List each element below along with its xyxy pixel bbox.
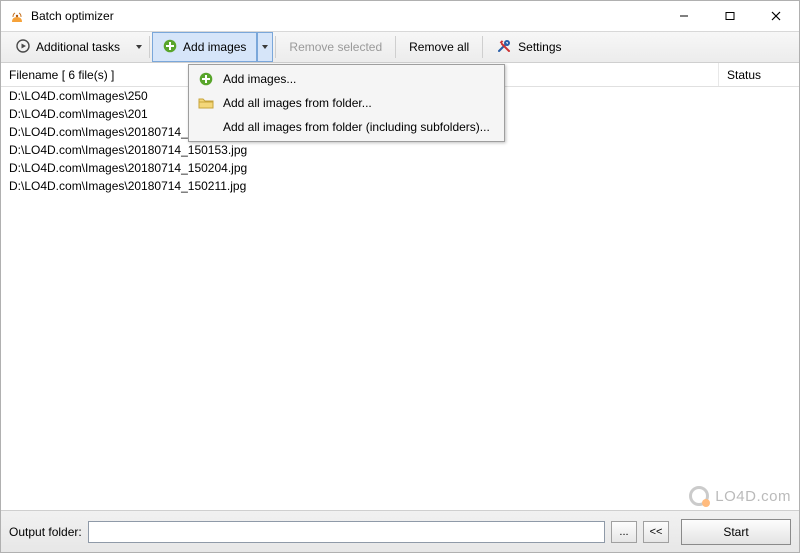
file-list[interactable]: D:\LO4D.com\Images\250 D:\LO4D.com\Image… <box>1 87 799 510</box>
add-images-dropdown-arrow[interactable] <box>257 32 273 62</box>
filename-column-label: Filename [ 6 file(s) ] <box>9 68 114 82</box>
toolbar-separator <box>482 36 483 58</box>
watermark-icon <box>689 486 709 506</box>
status-column-header[interactable]: Status <box>719 63 799 86</box>
app-window: Batch optimizer Additional tasks Add <box>0 0 800 553</box>
watermark: LO4D.com <box>689 486 791 506</box>
minimize-button[interactable] <box>661 1 707 31</box>
collapse-label: << <box>650 526 663 538</box>
menu-item-label: Add all images from folder (including su… <box>223 120 490 134</box>
maximize-button[interactable] <box>707 1 753 31</box>
output-folder-input[interactable] <box>88 521 605 543</box>
menu-item-add-folder[interactable]: Add all images from folder... <box>191 91 502 115</box>
list-item[interactable]: D:\LO4D.com\Images\20180714_150153.jpg <box>1 141 799 159</box>
toolbar-separator <box>149 36 150 58</box>
plus-icon <box>163 39 177 56</box>
collapse-button[interactable]: << <box>643 521 669 543</box>
start-label: Start <box>723 525 748 539</box>
additional-tasks-label: Additional tasks <box>36 40 120 54</box>
browse-button[interactable]: ... <box>611 521 637 543</box>
status-column-label: Status <box>727 68 761 82</box>
browse-label: ... <box>619 526 628 538</box>
menu-item-label: Add all images from folder... <box>223 96 372 110</box>
title-bar: Batch optimizer <box>1 1 799 31</box>
folder-icon <box>197 94 215 112</box>
window-title: Batch optimizer <box>31 9 114 23</box>
watermark-text: LO4D.com <box>715 488 791 505</box>
output-folder-label: Output folder: <box>9 525 82 539</box>
list-item-filename: D:\LO4D.com\Images\20180714_150153.jpg <box>9 143 247 157</box>
toolbar-separator <box>395 36 396 58</box>
add-images-menu: Add images... Add all images from folder… <box>188 64 505 142</box>
bottom-bar: Output folder: ... << Start <box>1 510 799 552</box>
additional-tasks-dropdown-arrow[interactable] <box>131 32 147 62</box>
remove-selected-label: Remove selected <box>289 40 382 54</box>
menu-item-add-folder-subfolders[interactable]: Add all images from folder (including su… <box>191 115 502 139</box>
menu-item-label: Add images... <box>223 72 296 86</box>
list-item-filename: D:\LO4D.com\Images\20180714_150204.jpg <box>9 161 247 175</box>
add-images-button[interactable]: Add images <box>152 32 257 62</box>
app-icon <box>9 8 25 24</box>
play-icon <box>16 39 30 56</box>
list-item-filename: D:\LO4D.com\Images\20180714_150211.jpg <box>9 179 246 193</box>
remove-all-label: Remove all <box>409 40 469 54</box>
list-item-filename: D:\LO4D.com\Images\201 <box>9 107 148 121</box>
list-item-filename: D:\LO4D.com\Images\250 <box>9 89 148 103</box>
add-images-label: Add images <box>183 40 246 54</box>
tools-icon <box>496 38 512 57</box>
additional-tasks-button[interactable]: Additional tasks <box>5 32 131 62</box>
menu-item-add-images[interactable]: Add images... <box>191 67 502 91</box>
list-item[interactable]: D:\LO4D.com\Images\20180714_150211.jpg <box>1 177 799 195</box>
toolbar-separator <box>275 36 276 58</box>
remove-all-button[interactable]: Remove all <box>398 32 480 62</box>
remove-selected-button[interactable]: Remove selected <box>278 32 393 62</box>
start-button[interactable]: Start <box>681 519 791 545</box>
blank-icon <box>197 118 215 136</box>
list-item[interactable]: D:\LO4D.com\Images\20180714_150204.jpg <box>1 159 799 177</box>
settings-button[interactable]: Settings <box>485 32 572 62</box>
plus-icon <box>197 70 215 88</box>
toolbar: Additional tasks Add images Remove selec… <box>1 31 799 63</box>
close-button[interactable] <box>753 1 799 31</box>
settings-label: Settings <box>518 40 561 54</box>
